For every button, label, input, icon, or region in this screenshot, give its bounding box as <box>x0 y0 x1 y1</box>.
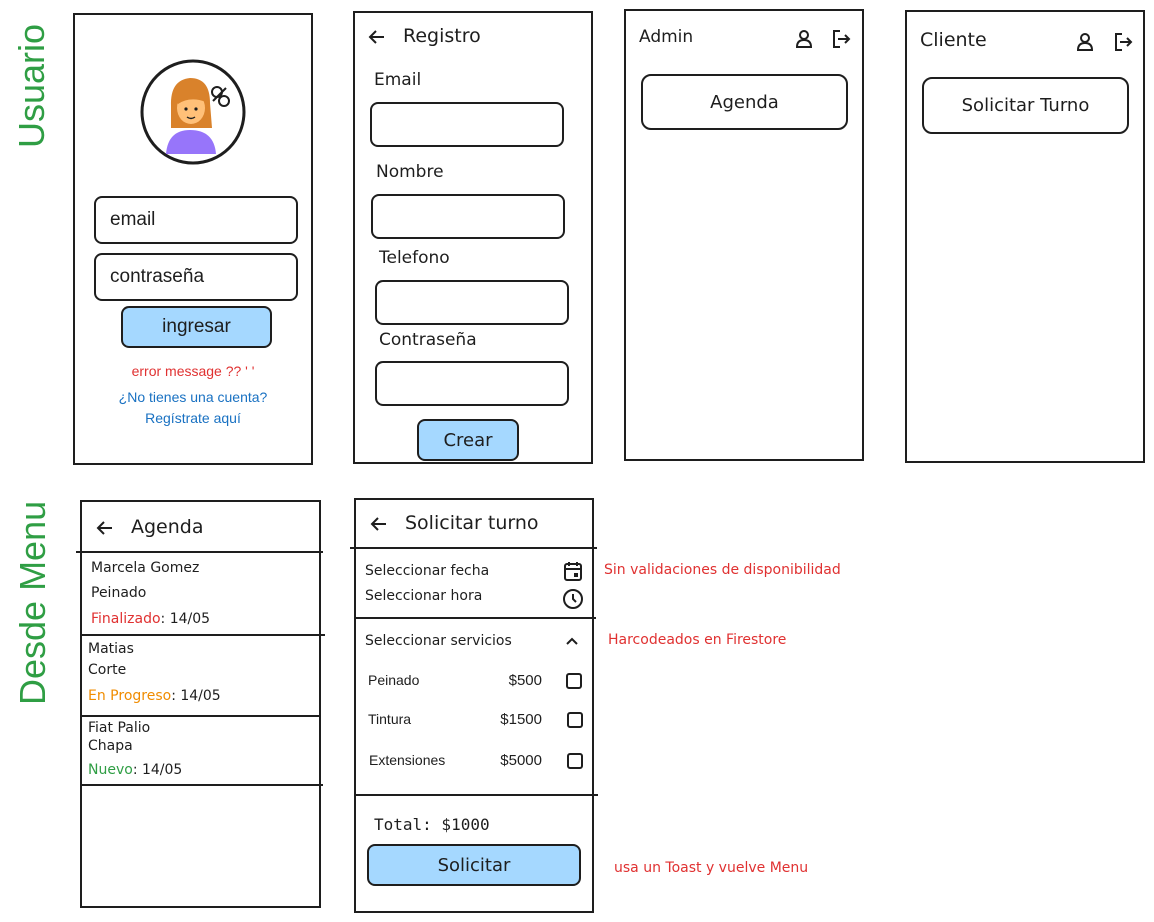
email-placeholder: email <box>110 209 156 230</box>
service-price: $1500 <box>500 711 542 728</box>
service-name: Chapa <box>88 738 133 754</box>
request-turn-screen: Solicitar turno Seleccionar fecha Selecc… <box>354 498 594 913</box>
email-field[interactable] <box>370 102 564 147</box>
appointment-date: : 14/05 <box>160 611 211 627</box>
service-row[interactable]: Extensiones $5000 <box>356 748 592 776</box>
select-services-label[interactable]: Seleccionar servicios <box>365 633 512 649</box>
chevron-up-icon[interactable] <box>564 633 580 649</box>
service-price: $5000 <box>500 752 542 769</box>
divider <box>82 784 323 786</box>
admin-screen: Admin Agenda <box>624 9 864 461</box>
divider <box>356 794 598 796</box>
page-title: Cliente <box>920 29 987 51</box>
create-button-label: Crear <box>443 429 493 451</box>
section-label-usuario: Usuario <box>11 23 52 148</box>
avatar <box>138 58 248 166</box>
total-amount: Total: $1000 <box>374 815 490 834</box>
back-arrow-icon[interactable] <box>95 518 115 538</box>
section-label-desde-menu: Desde Menu <box>12 500 53 705</box>
back-arrow-icon[interactable] <box>369 514 389 534</box>
logout-icon[interactable] <box>831 29 851 49</box>
status-line: Nuevo: 14/05 <box>88 762 182 778</box>
login-screen: email contraseña ingresar error message … <box>73 13 313 465</box>
list-item[interactable]: Matias Corte En Progreso: 14/05 <box>82 636 319 714</box>
service-name: Tintura <box>368 711 412 727</box>
calendar-icon[interactable] <box>562 560 584 582</box>
service-price: $500 <box>508 672 542 689</box>
submit-request-label: Solicitar <box>437 854 511 876</box>
page-title: Solicitar turno <box>405 512 539 534</box>
divider <box>356 617 596 619</box>
email-field[interactable]: email <box>94 196 298 244</box>
appointment-date: : 14/05 <box>171 688 221 704</box>
list-item[interactable]: Fiat Palio Chapa Nuevo: 14/05 <box>82 717 319 783</box>
note-no-validation: Sin validaciones de disponibilidad <box>604 562 841 578</box>
status-line: En Progreso: 14/05 <box>88 688 221 704</box>
field-label-nombre: Nombre <box>376 162 444 182</box>
status-badge: Nuevo <box>88 762 133 778</box>
field-label-password: Contraseña <box>379 330 477 350</box>
registro-screen: Registro Email Nombre Telefono Contraseñ… <box>353 11 593 464</box>
service-row[interactable]: Tintura $1500 <box>356 707 592 735</box>
service-name: Extensiones <box>369 752 446 768</box>
user-icon[interactable] <box>794 29 814 49</box>
back-arrow-icon[interactable] <box>367 27 387 47</box>
user-icon[interactable] <box>1075 32 1095 52</box>
service-checkbox[interactable] <box>567 753 583 769</box>
select-date-label[interactable]: Seleccionar fecha <box>365 563 489 579</box>
clock-icon[interactable] <box>562 588 584 610</box>
page-title: Registro <box>403 25 481 47</box>
cliente-screen: Cliente Solicitar Turno <box>905 10 1145 463</box>
status-badge: En Progreso <box>88 688 172 704</box>
service-checkbox[interactable] <box>566 673 582 689</box>
client-name: Fiat Palio <box>88 720 151 736</box>
password-field[interactable] <box>375 361 569 406</box>
password-placeholder: contraseña <box>110 266 205 287</box>
service-row[interactable]: Peinado $500 <box>356 668 592 696</box>
agenda-menu-button[interactable]: Agenda <box>641 74 848 130</box>
logout-icon[interactable] <box>1113 32 1133 52</box>
request-turn-menu-button[interactable]: Solicitar Turno <box>922 77 1129 134</box>
phone-field[interactable] <box>375 280 569 325</box>
divider <box>350 547 597 549</box>
error-message: error message ?? ' ' <box>131 363 255 379</box>
no-account-text: ¿No tienes una cuenta? <box>118 389 268 405</box>
field-label-telefono: Telefono <box>379 248 450 268</box>
note-toast: usa un Toast y vuelve Menu <box>614 860 809 876</box>
service-name: Corte <box>88 662 127 678</box>
agenda-menu-label: Agenda <box>710 91 779 113</box>
create-button[interactable]: Crear <box>417 419 519 461</box>
page-title: Admin <box>639 27 694 47</box>
request-turn-menu-label: Solicitar Turno <box>961 95 1090 116</box>
register-link[interactable]: Regístrate aquí <box>75 410 311 426</box>
list-item[interactable]: Marcela Gomez Peinado Finalizado: 14/05 <box>82 553 319 635</box>
client-name: Marcela Gomez <box>91 560 200 576</box>
name-field[interactable] <box>371 194 565 239</box>
login-button-label: ingresar <box>162 316 231 337</box>
note-hardcoded: Harcodeados en Firestore <box>608 632 787 648</box>
appointment-date: : 14/05 <box>132 762 183 778</box>
field-label-email: Email <box>374 70 422 90</box>
status-badge: Finalizado <box>91 611 161 627</box>
login-button[interactable]: ingresar <box>121 306 272 348</box>
client-name: Matias <box>88 641 134 657</box>
select-time-label[interactable]: Seleccionar hora <box>365 588 482 604</box>
service-name: Peinado <box>368 672 420 688</box>
service-name: Peinado <box>91 585 147 601</box>
service-checkbox[interactable] <box>567 712 583 728</box>
password-field[interactable]: contraseña <box>94 253 298 301</box>
page-title: Agenda <box>131 516 204 538</box>
submit-request-button[interactable]: Solicitar <box>367 844 581 886</box>
status-line: Finalizado: 14/05 <box>91 611 210 627</box>
